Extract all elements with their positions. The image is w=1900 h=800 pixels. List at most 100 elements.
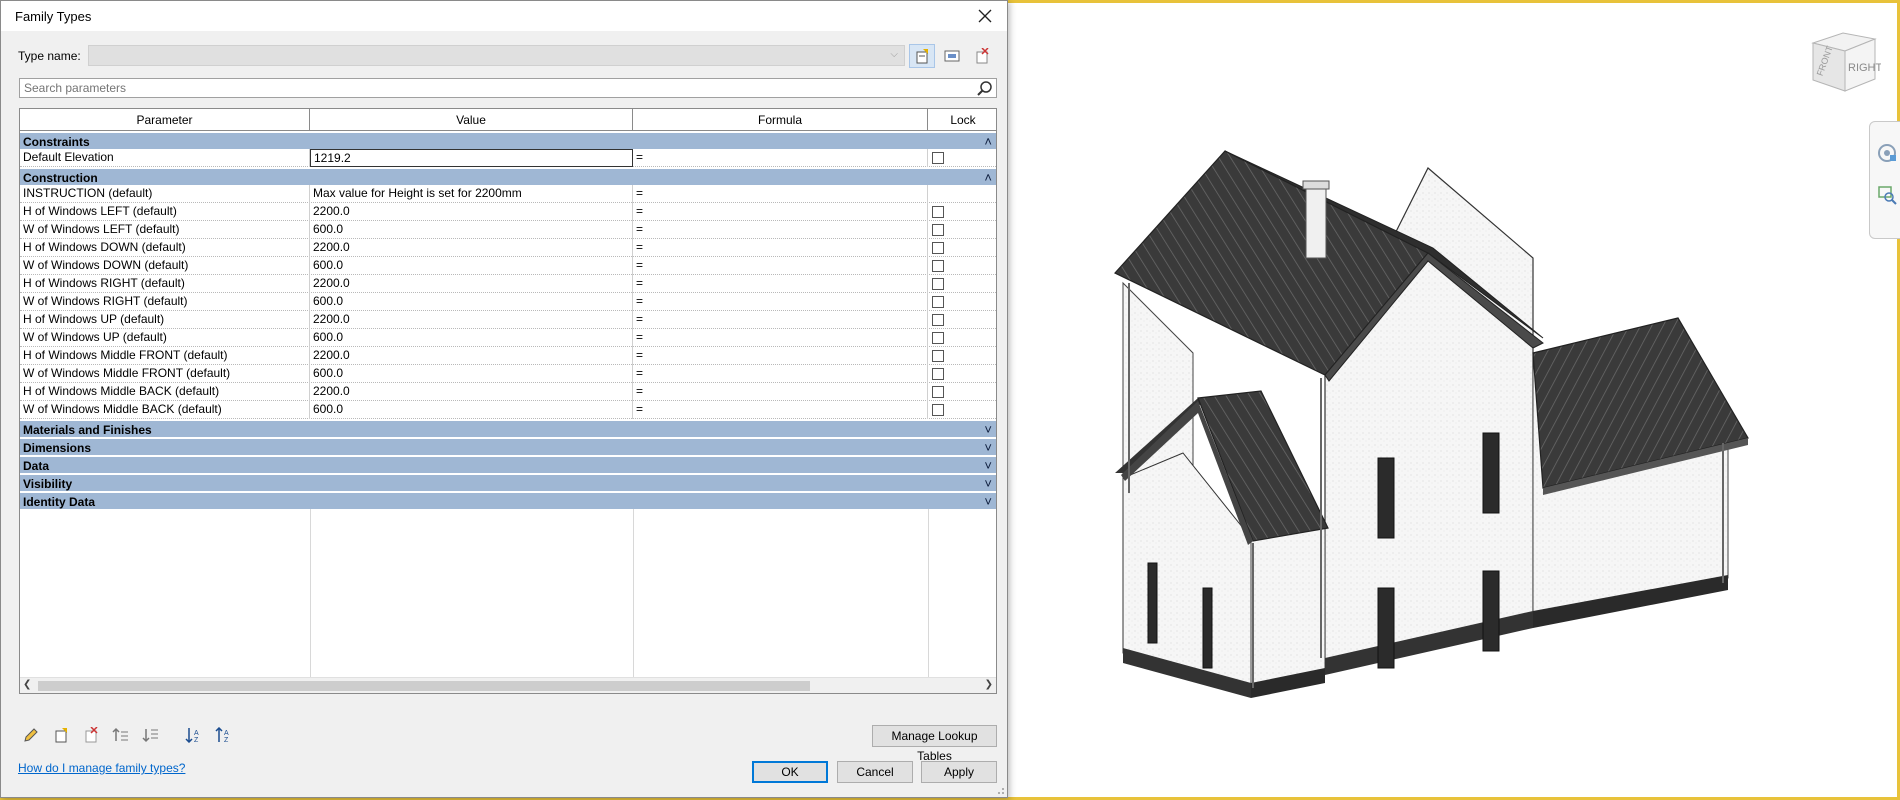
parameter-row[interactable]: H of Windows DOWN (default) 2200.0 =: [20, 239, 996, 257]
parameter-value-cell[interactable]: 600.0: [310, 221, 633, 239]
parameter-grid[interactable]: Parameter Value Formula Lock Constraints…: [19, 108, 997, 694]
lock-checkbox[interactable]: [932, 152, 944, 164]
parameter-row[interactable]: W of Windows LEFT (default) 600.0 =: [20, 221, 996, 239]
parameter-value-cell[interactable]: 2200.0: [310, 203, 633, 221]
lock-checkbox[interactable]: [932, 296, 944, 308]
resize-grip-icon[interactable]: [995, 785, 1005, 795]
search-icon[interactable]: [976, 80, 994, 97]
group-header-row[interactable]: Visibility ˅: [20, 473, 996, 491]
parameter-row[interactable]: H of Windows UP (default) 2200.0 =: [20, 311, 996, 329]
parameter-formula-cell[interactable]: =: [633, 311, 928, 329]
parameter-formula-cell[interactable]: =: [633, 293, 928, 311]
new-type-button[interactable]: [909, 44, 935, 68]
collapse-chevron-icon[interactable]: ˄: [984, 134, 992, 149]
parameter-formula-cell[interactable]: =: [633, 185, 928, 203]
header-value[interactable]: Value: [310, 109, 633, 131]
parameter-formula-cell[interactable]: =: [633, 383, 928, 401]
manage-lookup-tables-button[interactable]: Manage Lookup Tables: [872, 725, 997, 763]
parameter-row[interactable]: H of Windows Middle FRONT (default) 2200.…: [20, 347, 996, 365]
parameter-value-cell[interactable]: 2200.0: [310, 275, 633, 293]
parameter-row[interactable]: W of Windows RIGHT (default) 600.0 =: [20, 293, 996, 311]
group-header-row[interactable]: Materials and Finishes ˅: [20, 419, 996, 437]
parameter-formula-cell[interactable]: =: [633, 257, 928, 275]
group-header-row[interactable]: Identity Data ˅: [20, 491, 996, 509]
cancel-button[interactable]: Cancel: [837, 761, 913, 783]
parameter-formula-cell[interactable]: =: [633, 275, 928, 293]
group-header-row[interactable]: Dimensions ˅: [20, 437, 996, 455]
parameter-formula-cell[interactable]: =: [633, 149, 928, 167]
close-button[interactable]: [963, 1, 1007, 31]
parameter-value-cell[interactable]: 600.0: [310, 365, 633, 383]
lock-checkbox[interactable]: [932, 368, 944, 380]
lock-checkbox[interactable]: [932, 278, 944, 290]
parameter-value-cell[interactable]: 600.0: [310, 329, 633, 347]
lock-checkbox[interactable]: [932, 332, 944, 344]
delete-parameter-button[interactable]: [80, 725, 102, 745]
navigation-bar[interactable]: [1869, 121, 1900, 239]
parameter-row[interactable]: INSTRUCTION (default) Max value for Heigh…: [20, 185, 996, 203]
parameter-value-cell[interactable]: 2200.0: [310, 311, 633, 329]
ok-button[interactable]: OK: [752, 761, 828, 783]
parameter-row[interactable]: W of Windows Middle FRONT (default) 600.0…: [20, 365, 996, 383]
expand-chevron-icon[interactable]: ˅: [984, 422, 992, 437]
parameter-row[interactable]: W of Windows Middle BACK (default) 600.0 =: [20, 401, 996, 419]
steering-wheel-icon[interactable]: [1876, 142, 1898, 164]
header-parameter[interactable]: Parameter: [20, 109, 310, 131]
header-lock[interactable]: Lock: [928, 109, 996, 131]
move-up-button[interactable]: [110, 725, 132, 745]
scroll-right-arrow-icon[interactable]: ❯: [985, 679, 993, 690]
sort-ascending-button[interactable]: A Z: [182, 725, 204, 745]
collapse-chevron-icon[interactable]: ˄: [984, 170, 992, 185]
parameter-row[interactable]: H of Windows RIGHT (default) 2200.0 =: [20, 275, 996, 293]
move-down-button[interactable]: [140, 725, 162, 745]
parameter-formula-cell[interactable]: =: [633, 203, 928, 221]
parameter-value-cell[interactable]: 2200.0: [310, 383, 633, 401]
scroll-left-arrow-icon[interactable]: ❮: [23, 679, 31, 690]
parameter-value-cell[interactable]: 2200.0: [310, 347, 633, 365]
help-link[interactable]: How do I manage family types?: [18, 761, 185, 775]
parameter-formula-cell[interactable]: =: [633, 347, 928, 365]
lock-checkbox[interactable]: [932, 242, 944, 254]
parameter-value-cell[interactable]: 1219.2: [310, 149, 633, 167]
parameter-formula-cell[interactable]: =: [633, 401, 928, 419]
new-parameter-button[interactable]: [50, 725, 72, 745]
viewcube[interactable]: FRONT RIGHT: [1803, 25, 1881, 105]
parameter-value-cell[interactable]: 600.0: [310, 293, 633, 311]
lock-checkbox[interactable]: [932, 350, 944, 362]
expand-chevron-icon[interactable]: ˅: [984, 458, 992, 473]
title-bar[interactable]: Family Types: [1, 1, 1007, 31]
parameter-value-cell[interactable]: 600.0: [310, 257, 633, 275]
parameter-value-cell[interactable]: Max value for Height is set for 2200mm: [310, 185, 633, 203]
parameter-value-cell[interactable]: 2200.0: [310, 239, 633, 257]
horizontal-scrollbar[interactable]: ❮ ❯: [20, 677, 996, 693]
parameter-row[interactable]: W of Windows DOWN (default) 600.0 =: [20, 257, 996, 275]
edit-parameter-button[interactable]: [20, 725, 42, 745]
type-name-dropdown[interactable]: ⌵: [88, 45, 905, 66]
parameter-formula-cell[interactable]: =: [633, 329, 928, 347]
lock-checkbox[interactable]: [932, 260, 944, 272]
lock-checkbox[interactable]: [932, 314, 944, 326]
scrollbar-thumb[interactable]: [38, 681, 810, 691]
sort-descending-button[interactable]: A Z: [212, 725, 234, 745]
expand-chevron-icon[interactable]: ˅: [984, 494, 992, 509]
lock-checkbox[interactable]: [932, 206, 944, 218]
group-header-row[interactable]: Constraints ˄: [20, 131, 996, 149]
expand-chevron-icon[interactable]: ˅: [984, 440, 992, 455]
rename-type-button[interactable]: [939, 44, 965, 68]
parameter-row[interactable]: H of Windows LEFT (default) 2200.0 =: [20, 203, 996, 221]
parameter-row[interactable]: W of Windows UP (default) 600.0 =: [20, 329, 996, 347]
parameter-formula-cell[interactable]: =: [633, 221, 928, 239]
apply-button[interactable]: Apply: [921, 761, 997, 783]
group-header-row[interactable]: Construction ˄: [20, 167, 996, 185]
zoom-region-icon[interactable]: [1876, 184, 1898, 206]
parameter-row[interactable]: H of Windows Middle BACK (default) 2200.0…: [20, 383, 996, 401]
parameter-value-cell[interactable]: 600.0: [310, 401, 633, 419]
delete-type-button[interactable]: [969, 44, 995, 68]
lock-checkbox[interactable]: [932, 224, 944, 236]
parameter-formula-cell[interactable]: =: [633, 239, 928, 257]
search-input[interactable]: [20, 79, 970, 97]
group-header-row[interactable]: Data ˅: [20, 455, 996, 473]
parameter-row[interactable]: Default Elevation 1219.2 =: [20, 149, 996, 167]
lock-checkbox[interactable]: [932, 404, 944, 416]
header-formula[interactable]: Formula: [633, 109, 928, 131]
